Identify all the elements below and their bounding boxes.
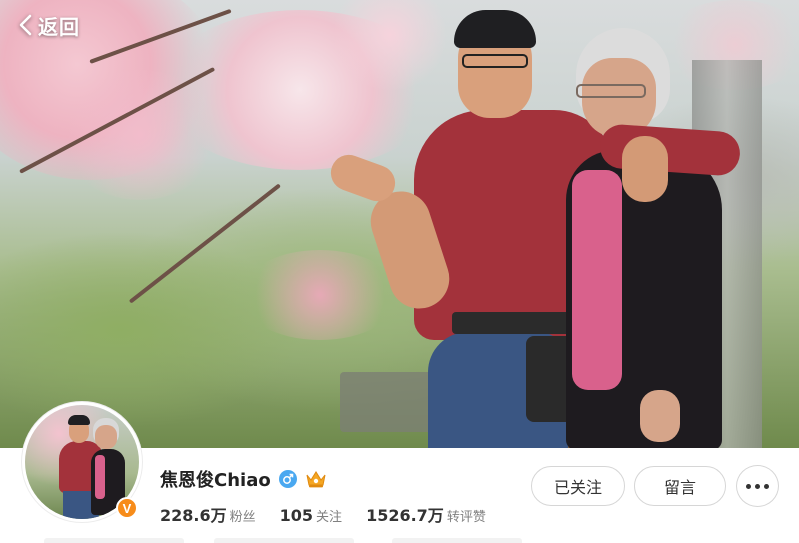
man-belt [452, 312, 578, 334]
stat-label: 转评赞 [446, 510, 486, 525]
cover-photo [0, 0, 799, 448]
name-row: 焦恩俊Chiao [160, 466, 327, 492]
man-glasses [462, 54, 528, 68]
message-button[interactable]: 留言 [634, 466, 726, 506]
back-button[interactable]: 返回 [18, 8, 80, 42]
stat-label: 粉丝 [229, 510, 256, 525]
stat-followers[interactable]: 228.6万 粉丝 [160, 502, 256, 526]
woman-hand [640, 390, 680, 442]
male-icon [278, 470, 297, 488]
tab-edge [44, 538, 184, 543]
more-button[interactable] [736, 465, 779, 507]
tab-edge [214, 538, 354, 543]
stat-label: 关注 [316, 510, 343, 525]
man-hand-on-shoulder [622, 136, 668, 202]
woman-glasses [576, 84, 646, 98]
avatar-woman-blouse [95, 455, 105, 499]
woman-blouse [572, 170, 622, 390]
stat-following[interactable]: 105 关注 [280, 506, 342, 525]
avatar-woman-head [95, 425, 117, 449]
avatar-man-cap [68, 415, 90, 425]
man-cap [454, 10, 536, 48]
stat-value: 228.6万 [160, 506, 227, 525]
stat-interactions[interactable]: 1526.7万 转评赞 [366, 502, 486, 526]
followed-button[interactable]: 已关注 [531, 466, 625, 506]
more-dots-icon [746, 483, 769, 489]
stat-value: 1526.7万 [366, 506, 444, 525]
stat-value: 105 [279, 506, 314, 525]
back-label: 返回 [38, 14, 80, 39]
verified-v-icon: V [116, 497, 138, 519]
username: 焦恩俊Chiao [160, 470, 271, 491]
crown-icon[interactable] [305, 469, 327, 489]
cherry-blossom [240, 250, 400, 340]
stats-row: 228.6万 粉丝 105 关注 1526.7万 转评赞 [160, 502, 486, 526]
tab-edge [392, 538, 522, 543]
chevron-left-icon [19, 14, 32, 36]
tabs-peek [0, 538, 799, 543]
